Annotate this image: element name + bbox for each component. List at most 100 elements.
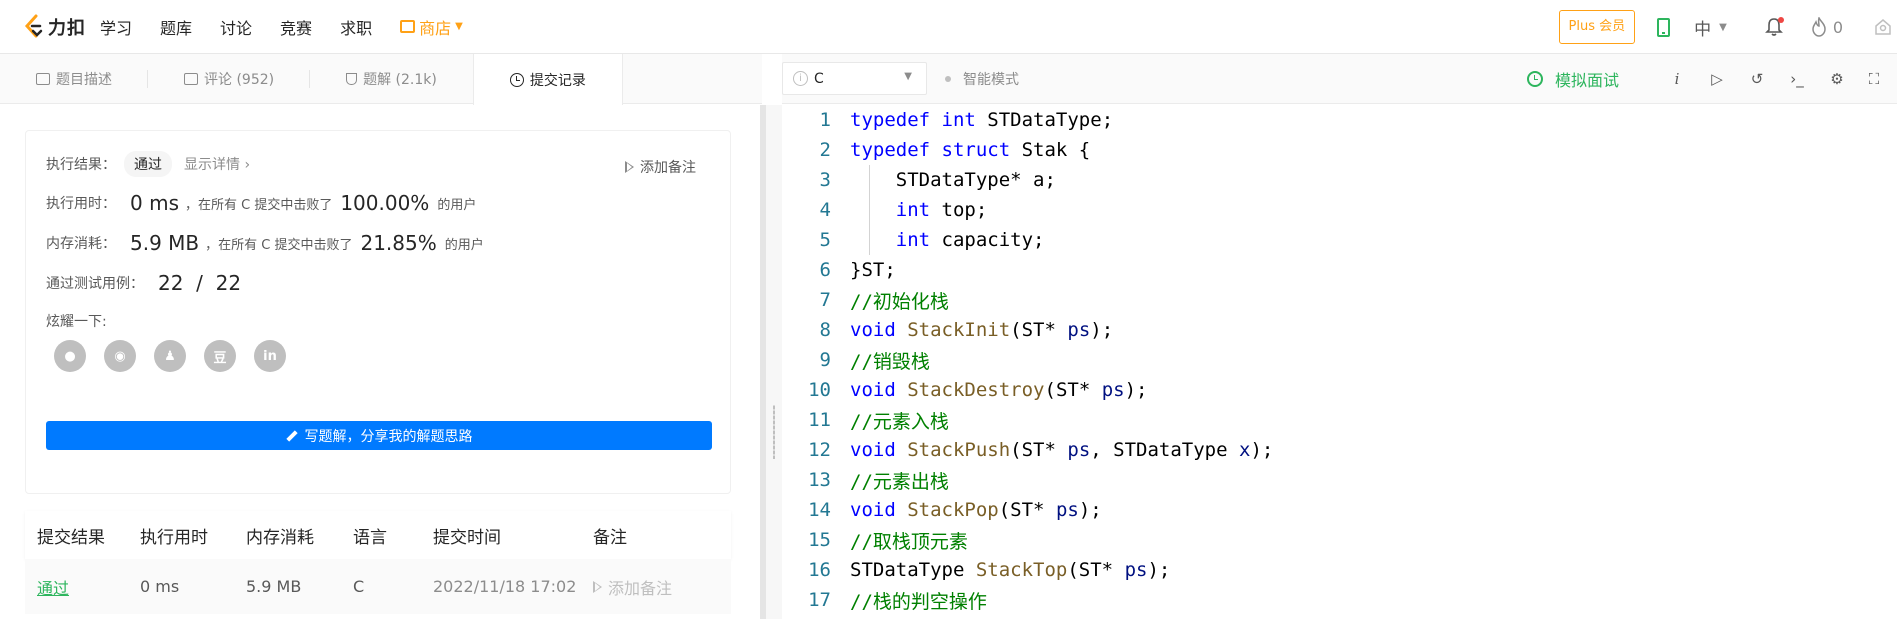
code-token: //取栈顶元素: [850, 530, 968, 553]
runtime-suffix: 的用户: [437, 197, 477, 213]
settings-icon[interactable]: ⚙: [1827, 69, 1847, 89]
fullscreen-icon[interactable]: ⛶: [1864, 69, 1884, 89]
nav-item-shop[interactable]: 商店 ▼: [400, 15, 463, 39]
chevron-down-icon: ▼: [904, 71, 912, 82]
runtime-value: 0 ms: [130, 191, 179, 215]
flame-icon: [1812, 17, 1826, 37]
code-line[interactable]: 15 //取栈顶元素: [782, 525, 1897, 555]
code-line[interactable]: 13 //元素出栈: [782, 465, 1897, 495]
weibo-icon[interactable]: ◉: [104, 340, 136, 372]
drag-handle-icon[interactable]: [773, 405, 775, 459]
memory-text: ，在所有 C 提交中击败了: [205, 237, 353, 253]
code-line[interactable]: 10 void StackDestroy(ST* ps);: [782, 375, 1897, 405]
language-switcher[interactable]: 中 ▼: [1694, 15, 1727, 40]
row-add-note-button[interactable]: 添加备注: [593, 575, 731, 599]
runtime-label: 执行用时：: [46, 196, 116, 212]
code-line[interactable]: 16 STDataType StackTop(ST* ps);: [782, 555, 1897, 585]
reset-icon[interactable]: ↺: [1747, 69, 1767, 89]
line-number: 6: [819, 259, 831, 281]
col-submit-time: 提交时间: [433, 527, 501, 548]
show-details-link[interactable]: 显示详情 ›: [184, 154, 250, 174]
share-icons: ● ◉ ♟ 豆 in: [54, 340, 304, 372]
qq-icon[interactable]: ♟: [154, 340, 186, 372]
avatar-icon[interactable]: [1873, 17, 1893, 37]
code-text: int top;: [850, 199, 988, 221]
row-submit-time: 2022/11/18 17:02: [433, 577, 577, 596]
code-line[interactable]: 3 STDataType* a;: [782, 165, 1897, 195]
code-token: );: [1124, 379, 1148, 401]
runtime-text: ，在所有 C 提交中击败了: [184, 197, 333, 213]
code-line[interactable]: 5 int capacity;: [782, 225, 1897, 255]
code-token: int: [941, 109, 976, 131]
nav-item-jobs[interactable]: 求职: [340, 15, 372, 39]
add-note-button[interactable]: 添加备注: [625, 157, 696, 177]
line-number: 13: [808, 469, 831, 491]
tab-submissions[interactable]: 提交记录: [472, 54, 623, 105]
run-icon[interactable]: ▷: [1707, 69, 1727, 89]
code-token: (ST*: [998, 499, 1056, 521]
write-solution-label: 写题解，分享我的解题思路: [304, 428, 473, 445]
code-token: int: [895, 229, 931, 251]
table-row[interactable]: 通过 0 ms 5.9 MB C 2022/11/18 17:02 添加备注: [25, 559, 731, 614]
nav-item-learn[interactable]: 学习: [100, 15, 132, 39]
info-icon: i: [793, 71, 808, 86]
code-token: void: [850, 439, 896, 461]
code-line[interactable]: 8 void StackInit(ST* ps);: [782, 315, 1897, 345]
linkedin-icon[interactable]: in: [254, 340, 286, 372]
write-solution-button[interactable]: 写题解，分享我的解题思路: [46, 421, 712, 450]
shop-icon: [400, 20, 416, 33]
comment-icon: [184, 73, 198, 85]
code-token: struct: [941, 139, 1011, 161]
code-line[interactable]: 12 void StackPush(ST* ps, STDataType x);: [782, 435, 1897, 465]
add-note-label: 添加备注: [640, 160, 696, 176]
code-line[interactable]: 1 typedef int STDataType;: [782, 105, 1897, 135]
code-text: void StackDestroy(ST* ps);: [850, 379, 1147, 401]
notification-bell-icon[interactable]: [1764, 17, 1784, 37]
code-token: ps: [1055, 499, 1079, 521]
line-number: 3: [819, 169, 831, 191]
code-token: top;: [930, 199, 988, 221]
douban-icon[interactable]: 豆: [204, 340, 236, 372]
code-token: //销毁栈: [850, 350, 930, 373]
row-result-link[interactable]: 通过: [25, 575, 140, 599]
logo[interactable]: 力扣: [24, 0, 86, 54]
code-editor[interactable]: 1 typedef int STDataType; 2 typedef struct …: [782, 105, 1897, 619]
wechat-icon[interactable]: ●: [54, 340, 86, 372]
code-lines[interactable]: 1 typedef int STDataType; 2 typedef struct …: [782, 105, 1897, 615]
info-italic-icon[interactable]: i: [1667, 69, 1687, 89]
code-line[interactable]: 11 //元素入栈: [782, 405, 1897, 435]
tab-solutions[interactable]: 题解 (2.1k): [310, 54, 473, 104]
code-line[interactable]: 6}ST;: [782, 255, 1897, 285]
code-line[interactable]: 4 int top;: [782, 195, 1897, 225]
tab-comments[interactable]: 评论 (952): [148, 54, 311, 104]
memory-suffix: 的用户: [444, 237, 484, 253]
line-number: 9: [819, 349, 831, 371]
row-language: C: [353, 577, 365, 596]
code-token: ps: [1067, 319, 1091, 341]
code-line[interactable]: 7 //初始化栈: [782, 285, 1897, 315]
mock-interview-button[interactable]: 模拟面试: [1527, 54, 1619, 104]
tab-description[interactable]: 题目描述: [0, 54, 148, 104]
code-token: ps: [1124, 559, 1148, 581]
code-line[interactable]: 17 //栈的判空操作: [782, 585, 1897, 615]
line-number: 11: [808, 409, 831, 431]
nav-item-problemset[interactable]: 题库: [160, 15, 192, 39]
code-line[interactable]: 9 //销毁栈: [782, 345, 1897, 375]
points-counter[interactable]: 0: [1811, 17, 1843, 37]
pane-splitter[interactable]: [766, 105, 782, 619]
nav-item-discuss[interactable]: 讨论: [220, 15, 252, 39]
smart-mode-toggle[interactable]: 智能模式: [945, 69, 1019, 89]
nav-right: Plus 会员 中 ▼ 0: [1558, 0, 1897, 54]
tests-value: 22 / 22: [158, 271, 242, 295]
code-line[interactable]: 2 typedef struct Stak {: [782, 135, 1897, 165]
console-icon[interactable]: ›_: [1787, 69, 1807, 89]
code-token: typedef: [850, 139, 931, 161]
language-select[interactable]: i C ▼: [782, 62, 927, 95]
plus-member-button[interactable]: Plus 会员: [1558, 10, 1636, 44]
nav-item-contest[interactable]: 竞赛: [280, 15, 312, 39]
line-number: 4: [819, 199, 831, 221]
code-line[interactable]: 14 void StackPop(ST* ps);: [782, 495, 1897, 525]
mobile-app-icon[interactable]: [1657, 17, 1671, 37]
